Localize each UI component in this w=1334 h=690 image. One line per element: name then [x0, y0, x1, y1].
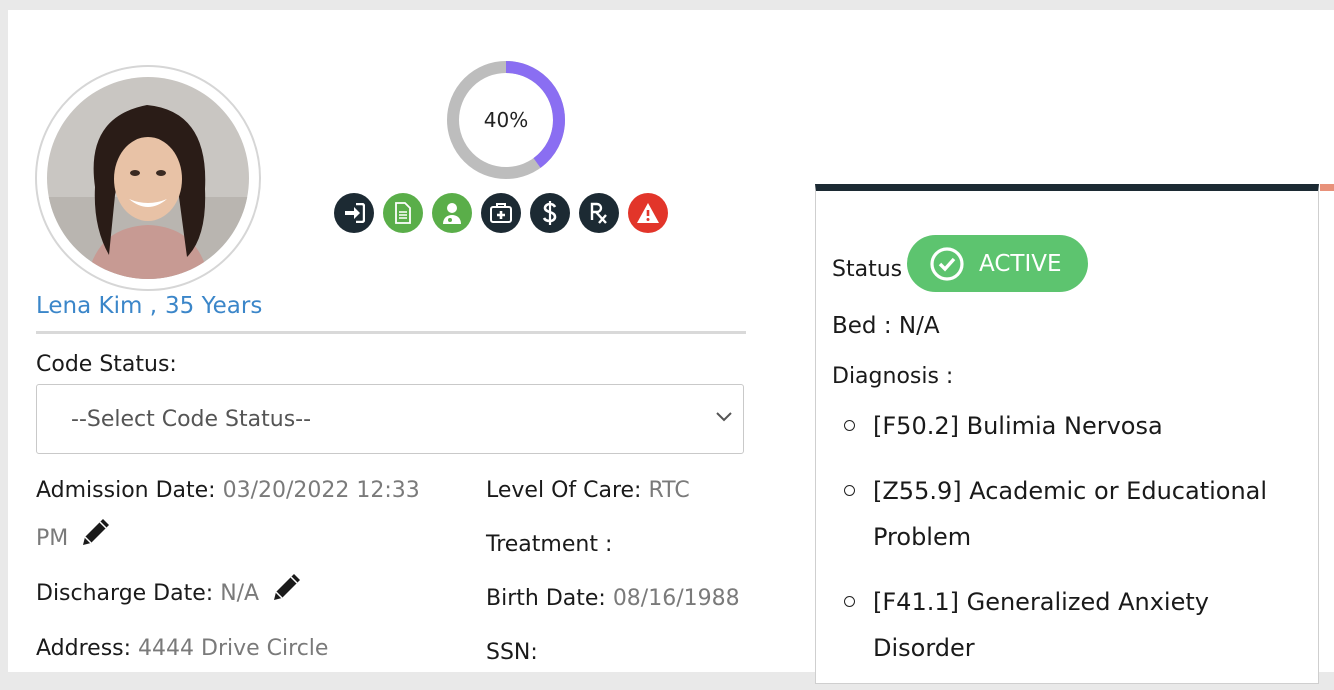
ssn-label: SSN: [486, 640, 538, 665]
discharge-date-value: N/A [220, 581, 260, 606]
admission-date-value-cont: PM [36, 526, 69, 551]
birth-date-field: Birth Date: 08/16/1988 [486, 586, 740, 611]
document-icon[interactable] [383, 193, 423, 233]
panel-accent [1320, 184, 1334, 191]
list-item: [F50.2] Bulimia Nervosa [840, 403, 1300, 449]
list-item: [Z55.9] Academic or Educational Problem [840, 468, 1300, 560]
code-status-selected: --Select Code Status-- [71, 406, 312, 432]
progress-percent: 40% [483, 108, 529, 132]
check-circle-icon [930, 246, 964, 281]
dollar-icon[interactable] [530, 193, 570, 233]
level-of-care-field: Level Of Care: RTC [486, 478, 690, 503]
code-status-label: Code Status: [36, 352, 177, 377]
patient-name-age[interactable]: Lena Kim , 35 Years [36, 293, 270, 319]
avatar-photo [47, 77, 249, 279]
status-value: ACTIVE [979, 250, 1062, 277]
summary-panel: Status ACTIVE Bed : N/A Diagnosis : [F50… [815, 184, 1319, 684]
address-value: 4444 Drive Circle [138, 636, 329, 661]
status-badge: ACTIVE [907, 235, 1088, 292]
level-of-care-label: Level Of Care: [486, 478, 642, 503]
chevron-down-icon [716, 412, 732, 422]
status-label: Status [832, 257, 903, 282]
patient-age: 35 Years [165, 293, 263, 319]
birth-date-value: 08/16/1988 [612, 586, 740, 611]
diagnosis-list: [F50.2] Bulimia Nervosa [Z55.9] Academic… [840, 403, 1300, 690]
patient-card: Lena Kim , 35 Years 40% Code Status: --S… [8, 10, 1334, 684]
avatar [47, 77, 249, 279]
discharge-date-label: Discharge Date: [36, 581, 214, 606]
address-field: Address: 4444 Drive Circle [36, 636, 328, 661]
level-of-care-value: RTC [648, 478, 690, 503]
divider [36, 331, 746, 334]
list-item: [F41.1] Generalized Anxiety Disorder [840, 579, 1300, 671]
bed-value: Bed : N/A [832, 313, 940, 339]
code-status-select[interactable]: --Select Code Status-- [36, 384, 744, 454]
patient-name[interactable]: Lena Kim , [36, 293, 157, 319]
diagnosis-label: Diagnosis : [832, 364, 954, 389]
birth-date-label: Birth Date: [486, 586, 606, 611]
admission-date-value: 03/20/2022 12:33 [222, 478, 420, 503]
admission-date-label: Admission Date: [36, 478, 216, 503]
doctor-icon[interactable] [432, 193, 472, 233]
rx-icon[interactable] [579, 193, 619, 233]
alert-icon[interactable] [628, 193, 668, 233]
pencil-icon[interactable] [79, 515, 113, 549]
sign-in-icon[interactable] [334, 193, 374, 233]
treatment-label: Treatment : [486, 532, 613, 557]
pencil-icon[interactable] [270, 570, 304, 604]
action-icon-row [334, 193, 668, 233]
treatment-field: Treatment : [486, 532, 612, 557]
medical-kit-icon[interactable] [481, 193, 521, 233]
admission-date-field: Admission Date: 03/20/2022 12:33 [36, 478, 420, 503]
address-label: Address: [36, 636, 132, 661]
ssn-field: SSN: [486, 640, 538, 665]
admission-date-field-cont: PM [36, 515, 113, 551]
progress-ring: 40% [444, 58, 568, 182]
discharge-date-field: Discharge Date: N/A [36, 570, 304, 606]
